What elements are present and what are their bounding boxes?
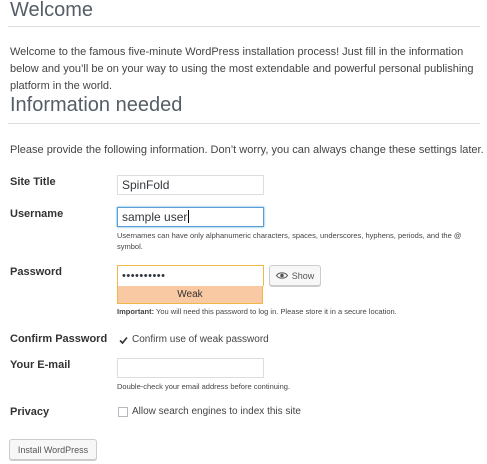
confirm-weak-password-label[interactable]: Confirm use of weak password [132,334,269,345]
install-wordpress-label: Install WordPress [17,444,89,455]
email-help: Double-check your email address before c… [117,382,291,391]
email-input[interactable] [117,358,264,378]
information-intro: Please provide the following information… [10,144,484,156]
text-caret [188,210,190,223]
confirm-weak-password-checkbox[interactable] [118,335,128,345]
eye-icon [275,271,288,280]
privacy-label: Privacy [10,406,50,418]
username-help: Usernames can have only alphanumeric cha… [117,231,462,251]
username-value: sample user [122,210,188,224]
username-label: Username [10,208,64,220]
checkmark-icon [118,336,128,344]
password-strength-meter: Weak [117,286,263,304]
site-title-label: Site Title [10,176,56,188]
confirm-password-label: Confirm Password [10,333,108,345]
important-text: You will need this password to log in. P… [156,307,397,316]
welcome-heading: Welcome [10,0,93,21]
password-input[interactable]: •••••••••• [117,265,264,286]
information-divider [8,123,480,124]
welcome-divider [8,26,480,27]
search-engine-visibility-label[interactable]: Allow search engines to index this site [132,406,301,417]
username-input[interactable]: sample user [117,207,264,227]
install-wordpress-button[interactable]: Install WordPress [9,439,97,460]
welcome-intro: Welcome to the famous five-minute WordPr… [10,46,474,92]
information-heading: Information needed [10,94,183,116]
show-password-label: Show [291,270,315,281]
search-engine-visibility-checkbox[interactable] [118,407,128,417]
show-password-button[interactable]: Show [269,265,321,286]
site-title-input[interactable]: SpinFold [117,175,264,195]
important-label: Important: [117,307,155,316]
password-label: Password [10,266,62,278]
email-label: Your E-mail [10,359,71,371]
password-important-note: Important: You will need this password t… [117,306,477,317]
